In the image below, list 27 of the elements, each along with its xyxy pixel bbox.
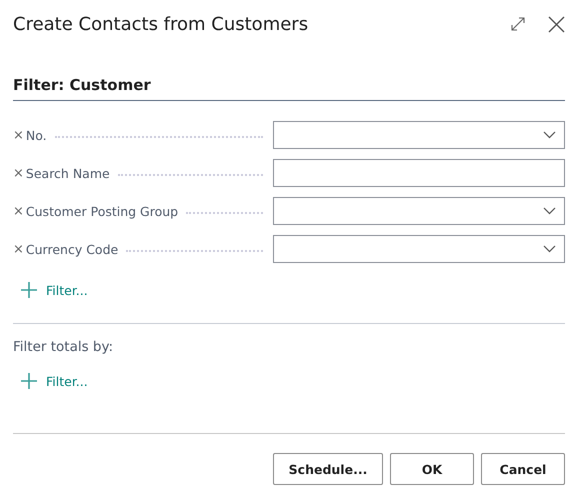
filter-label: Customer Posting Group (26, 204, 178, 218)
chevron-down-icon (543, 131, 556, 139)
ok-button[interactable]: OK (390, 453, 474, 485)
remove-filter-button[interactable]: × (13, 166, 24, 180)
dropdown-field[interactable] (273, 235, 565, 263)
remove-filter-button[interactable]: × (13, 242, 24, 256)
expand-icon[interactable] (510, 16, 526, 32)
plus-icon (21, 282, 37, 298)
window-title: Create Contacts from Customers (13, 14, 310, 34)
filter-label: Search Name (26, 166, 110, 180)
filter-label: No. (26, 128, 47, 142)
close-icon[interactable] (548, 16, 565, 32)
cancel-button[interactable]: Cancel (481, 453, 565, 485)
filter-label: Currency Code (26, 242, 118, 256)
add-filter-link[interactable]: Filter... (21, 373, 88, 389)
chevron-down-icon (543, 207, 556, 215)
plus-icon (21, 373, 37, 389)
schedule-button[interactable]: Schedule... (273, 453, 383, 485)
section-title: Filter totals by: (13, 339, 114, 355)
add-filter-link[interactable]: Filter... (21, 282, 88, 298)
chevron-down-icon (543, 245, 556, 253)
remove-filter-button[interactable]: × (13, 128, 24, 142)
input-field[interactable] (273, 159, 565, 187)
section-title: Filter: Customer (13, 76, 151, 94)
dropdown-field[interactable] (273, 121, 565, 149)
dropdown-field[interactable] (273, 197, 565, 225)
remove-filter-button[interactable]: × (13, 204, 24, 218)
